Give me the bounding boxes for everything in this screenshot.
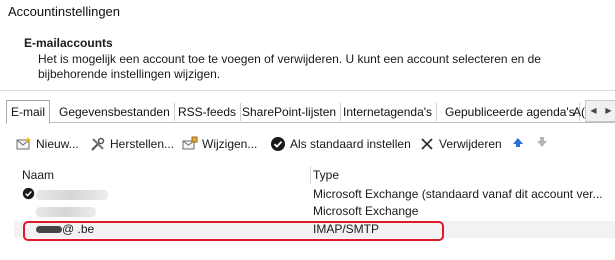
account-name-redacted (36, 203, 96, 220)
set-default-label: Als standaard instellen (290, 137, 411, 151)
arrow-up-icon (510, 136, 526, 152)
move-down-button[interactable] (534, 134, 554, 154)
triangle-right-icon[interactable]: ▶ (601, 101, 615, 121)
repair-label: Herstellen... (110, 137, 175, 151)
tools-icon (90, 136, 106, 152)
edit-account-icon (182, 136, 198, 152)
checkmark-circle-icon (270, 136, 286, 152)
arrow-down-icon (534, 136, 550, 152)
tab-sharepoint-lists[interactable]: SharePoint-lijsten (238, 103, 342, 121)
new-label: Nieuw... (36, 137, 79, 151)
tab-scroll-buttons: ◀ ▶ (585, 100, 615, 122)
window-title: Accountinstellingen (8, 4, 121, 19)
column-separator[interactable] (310, 166, 311, 184)
column-header-name[interactable]: Naam (22, 166, 54, 184)
change-label: Wijzigen... (202, 137, 258, 151)
remove-label: Verwijderen (439, 137, 502, 151)
repair-button[interactable]: Herstellen... (90, 134, 174, 154)
tab-rss-feeds[interactable]: RSS-feeds (174, 103, 242, 121)
new-account-icon (16, 136, 32, 152)
account-list: Naam Type Microsoft Exchange (standaard … (14, 166, 615, 260)
change-button[interactable]: Wijzigen... (182, 134, 257, 154)
toolbar: Nieuw... Herstellen... Wijzigen... Als s… (16, 134, 611, 154)
tab-published-calendars[interactable]: Gepubliceerde agenda's (441, 103, 580, 121)
account-row[interactable]: Microsoft Exchange (14, 203, 615, 220)
close-icon (419, 136, 435, 152)
tab-bar: E-mail Gegevensbestanden RSS-feeds Share… (6, 100, 615, 124)
triangle-left-icon[interactable]: ◀ (586, 101, 601, 121)
annotation-highlight-box (23, 221, 444, 241)
section-title: E-mailaccounts (24, 36, 113, 50)
move-up-button[interactable] (510, 134, 530, 154)
tab-data-files[interactable]: Gegevensbestanden (55, 103, 175, 121)
tab-email[interactable]: E-mail (6, 100, 51, 124)
new-button[interactable]: Nieuw... (16, 134, 79, 154)
default-check-icon (22, 186, 35, 203)
account-name-redacted (36, 186, 108, 203)
tab-internet-calendars[interactable]: Internetagenda's (339, 103, 438, 121)
remove-button[interactable]: Verwijderen (419, 134, 502, 154)
set-default-button[interactable]: Als standaard instellen (270, 134, 411, 154)
redacted-blur (36, 206, 96, 217)
account-row[interactable]: Microsoft Exchange (standaard vanaf dit … (14, 186, 615, 203)
account-type: Microsoft Exchange (313, 204, 419, 218)
section-description: Het is mogelijk een account toe te voege… (38, 52, 541, 81)
column-header-type[interactable]: Type (313, 166, 339, 184)
account-type: Microsoft Exchange (standaard vanaf dit … (313, 187, 603, 201)
redacted-blur (36, 189, 108, 200)
